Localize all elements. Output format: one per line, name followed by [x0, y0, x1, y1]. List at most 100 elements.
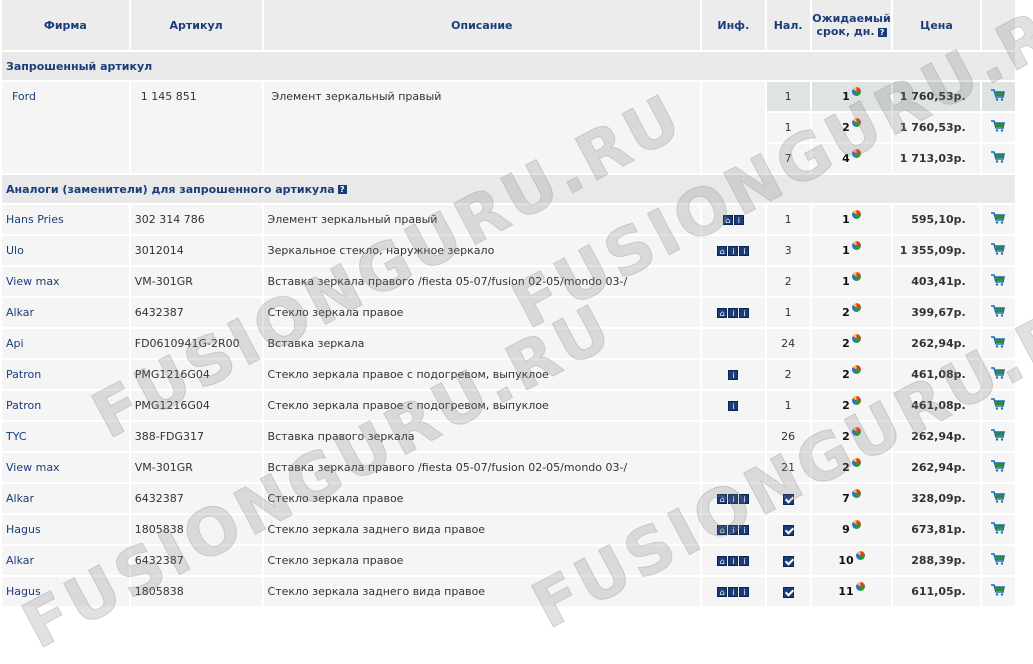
cart-icon[interactable] — [991, 491, 1006, 503]
cart-icon[interactable] — [991, 151, 1006, 163]
firm-link[interactable]: Alkar — [6, 492, 34, 505]
info-icon[interactable]: i — [728, 494, 739, 504]
cart-icon[interactable] — [991, 336, 1006, 348]
info-icon[interactable]: i — [728, 370, 739, 380]
cart-icon[interactable] — [991, 120, 1006, 132]
expected-days-cell: 11 — [811, 577, 892, 608]
info-icon[interactable]: i — [728, 556, 739, 566]
cart-icon[interactable] — [991, 274, 1006, 286]
firm-link[interactable]: Ulo — [6, 244, 24, 257]
availability-cell — [766, 546, 810, 577]
cart-cell — [981, 515, 1015, 546]
firm-link[interactable]: Hans Pries — [6, 213, 64, 226]
cart-cell — [981, 144, 1015, 175]
delivery-stats-icon[interactable] — [851, 241, 861, 250]
cart-icon[interactable] — [991, 460, 1006, 472]
info-icon[interactable]: i — [728, 246, 739, 256]
info-icon[interactable]: i — [733, 215, 744, 225]
delivery-stats-icon[interactable] — [851, 427, 861, 436]
table-row[interactable]: Patron PMG1216G04 Стекло зеркала правое с … — [2, 360, 1015, 391]
table-row[interactable]: Alkar 6432387 Стекло зеркала правое ⌂ i i 1 2 39… — [2, 298, 1015, 329]
delivery-stats-icon[interactable] — [855, 551, 865, 560]
home-icon[interactable]: ⌂ — [717, 556, 728, 566]
column-header-expected-days[interactable]: Ожидаемый срок, дн.? — [811, 0, 892, 52]
info-icon[interactable]: i — [728, 401, 739, 411]
cart-icon[interactable] — [991, 398, 1006, 410]
help-icon[interactable]: ? — [877, 27, 887, 37]
info-icon[interactable]: i — [728, 525, 739, 535]
firm-link[interactable]: Patron — [6, 368, 41, 381]
firm-link[interactable]: Alkar — [6, 306, 34, 319]
delivery-stats-icon[interactable] — [851, 458, 861, 467]
delivery-stats-icon[interactable] — [851, 396, 861, 405]
cart-icon[interactable] — [991, 212, 1006, 224]
table-row[interactable]: View max VM-301GR Вставка зеркала правого … — [2, 267, 1015, 298]
firm-link[interactable]: Hagus — [6, 523, 41, 536]
table-row[interactable]: Patron PMG1216G04 Стекло зеркала правое с … — [2, 391, 1015, 422]
delivery-stats-icon[interactable] — [851, 365, 861, 374]
delivery-stats-icon[interactable] — [855, 582, 865, 591]
home-icon[interactable]: ⌂ — [717, 525, 728, 535]
cart-icon[interactable] — [991, 522, 1006, 534]
info-icon[interactable]: i — [739, 246, 750, 256]
firm-link[interactable]: Hagus — [6, 585, 41, 598]
table-row[interactable]: Alkar 6432387 Стекло зеркала правое ⌂ i i 10 28… — [2, 546, 1015, 577]
delivery-stats-icon[interactable] — [851, 334, 861, 343]
availability-cell: 2 — [766, 267, 810, 298]
delivery-stats-icon[interactable] — [851, 272, 861, 281]
table-row[interactable]: View max VM-301GR Вставка зеркала правого … — [2, 453, 1015, 484]
column-header-article[interactable]: Артикул — [130, 0, 262, 52]
cart-icon[interactable] — [991, 89, 1006, 101]
table-row[interactable]: Hans Pries 302 314 786 Элемент зеркальный … — [2, 205, 1015, 236]
table-row[interactable]: Hagus 1805838 Стекло зеркала заднего вида … — [2, 515, 1015, 546]
firm-cell: Alkar — [2, 484, 129, 515]
firm-link[interactable]: Alkar — [6, 554, 34, 567]
cart-icon[interactable] — [991, 305, 1006, 317]
table-row[interactable]: Alkar 6432387 Стекло зеркала правое ⌂ i i 7 328… — [2, 484, 1015, 515]
info-icon[interactable]: i — [739, 587, 750, 597]
price-cell: 1 760,53р. — [893, 113, 980, 144]
firm-link[interactable]: TYC — [6, 430, 27, 443]
column-header-availability[interactable]: Нал. — [766, 0, 810, 52]
cart-icon[interactable] — [991, 243, 1006, 255]
delivery-stats-icon[interactable] — [851, 489, 861, 498]
delivery-stats-icon[interactable] — [851, 303, 861, 312]
info-icon[interactable]: i — [739, 494, 750, 504]
table-row[interactable]: TYC 388-FDG317 Вставка правого зеркала 26 2 2… — [2, 422, 1015, 453]
info-icon[interactable]: i — [739, 308, 750, 318]
info-icon[interactable]: i — [739, 556, 750, 566]
table-row[interactable]: Ford 1 145 851 Элемент зеркальный правый 1 1… — [2, 82, 1015, 175]
info-cell: ⌂ i i — [702, 515, 765, 546]
home-icon[interactable]: ⌂ — [722, 215, 733, 225]
table-row[interactable]: Ulo 3012014 Зеркальное стекло, наружное зе… — [2, 236, 1015, 267]
delivery-stats-icon[interactable] — [851, 520, 861, 529]
firm-link[interactable]: View max — [6, 461, 60, 474]
delivery-stats-icon[interactable] — [851, 118, 861, 127]
info-icon[interactable]: i — [728, 308, 739, 318]
table-row[interactable]: Hagus 1805838 Стекло зеркала заднего вида … — [2, 577, 1015, 608]
firm-link[interactable]: Api — [6, 337, 24, 350]
help-icon[interactable]: ? — [337, 185, 347, 194]
home-icon[interactable]: ⌂ — [717, 246, 728, 256]
cart-icon[interactable] — [991, 429, 1006, 441]
availability-cell: 2 — [766, 360, 810, 391]
info-icon[interactable]: i — [728, 587, 739, 597]
home-icon[interactable]: ⌂ — [717, 308, 728, 318]
firm-link[interactable]: Ford — [12, 90, 36, 103]
delivery-stats-icon[interactable] — [851, 210, 861, 219]
cart-icon[interactable] — [991, 584, 1006, 596]
info-icon[interactable]: i — [739, 525, 750, 535]
delivery-stats-icon[interactable] — [851, 149, 861, 158]
column-header-price[interactable]: Цена — [893, 0, 980, 52]
home-icon[interactable]: ⌂ — [717, 587, 728, 597]
delivery-stats-icon[interactable] — [851, 87, 861, 96]
cart-icon-graphic — [991, 305, 1006, 317]
table-row[interactable]: Api FD0610941G-2R00 Вставка зеркала 24 2 262,… — [2, 329, 1015, 360]
firm-link[interactable]: Patron — [6, 399, 41, 412]
firm-link[interactable]: View max — [6, 275, 60, 288]
cart-icon[interactable] — [991, 553, 1006, 565]
column-header-description[interactable]: Описание — [263, 0, 701, 52]
cart-icon[interactable] — [991, 367, 1006, 379]
home-icon[interactable]: ⌂ — [717, 494, 728, 504]
column-header-firm[interactable]: Фирма — [2, 0, 129, 52]
